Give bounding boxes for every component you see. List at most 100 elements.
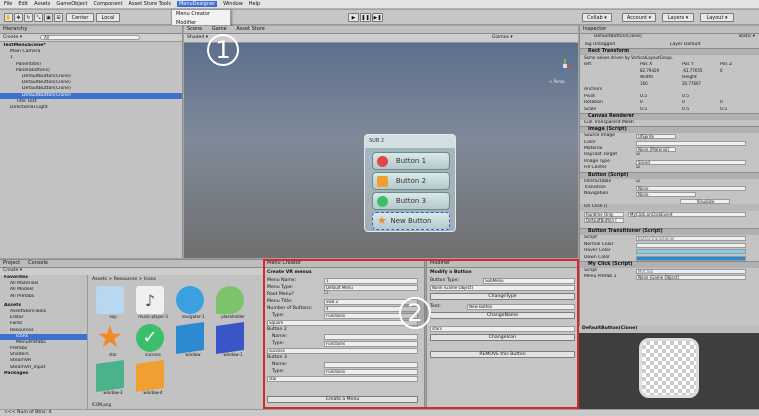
image-type-dropdown[interactable]: Sliced xyxy=(636,159,746,165)
project-panel: Project Console Create ▾ Favorites All Ma… xyxy=(0,259,263,410)
collab-button[interactable]: Collab ▾ xyxy=(582,13,612,22)
star-icon[interactable]: ★ star xyxy=(96,323,130,358)
cull-toggle[interactable]: Cull Transparent Mesh xyxy=(580,120,759,126)
width-field[interactable]: 160 xyxy=(640,81,648,87)
rotate-tool-icon[interactable]: ↻ xyxy=(24,13,33,22)
hierarchy-tab[interactable]: Hierarchy xyxy=(0,26,182,34)
hand-tool-icon[interactable]: ✋ xyxy=(4,13,13,22)
material-field[interactable]: None (Material) xyxy=(636,147,676,153)
play-icon[interactable]: ▶ xyxy=(348,13,359,22)
canvas-renderer-header[interactable]: Canvas Renderer xyxy=(580,112,759,120)
source-image-field[interactable]: UISprite xyxy=(636,134,676,140)
gizmos-dropdown[interactable]: Gizmos ▾ xyxy=(492,35,513,40)
check-icon[interactable]: ✓ success xyxy=(136,324,170,357)
asset-grid: exp ♪ music-player-3 navigator-1 placehol… xyxy=(96,286,261,404)
menu-edit[interactable]: Edit xyxy=(18,1,28,7)
dropdown-menu-creator[interactable]: Menu Creator xyxy=(172,10,230,19)
step-icon[interactable]: ▶❚ xyxy=(372,13,383,22)
move-tool-icon[interactable]: ✥ xyxy=(14,13,23,22)
menu-menudesigner[interactable]: MenuDesigner xyxy=(176,1,218,7)
tab-project[interactable]: Project xyxy=(3,260,20,266)
check-icon xyxy=(377,196,388,207)
rect-transform-header[interactable]: Rect Transform xyxy=(580,48,759,56)
transitioner-header[interactable]: Button Transitioner (Script) xyxy=(580,228,759,236)
asset-exp[interactable]: exp xyxy=(96,286,130,319)
menu-window[interactable]: Window xyxy=(223,1,243,7)
window-icon[interactable]: window xyxy=(176,322,210,357)
layers-dropdown[interactable]: Layers ▾ xyxy=(662,13,694,22)
scale-tool-icon[interactable]: ⤡ xyxy=(34,13,43,22)
normal-color-field[interactable] xyxy=(636,242,746,248)
fill-center-checkbox[interactable]: ☑ xyxy=(636,165,640,171)
pos-z-field[interactable]: 0 xyxy=(720,68,723,74)
raycast-checkbox[interactable]: ☑ xyxy=(636,152,640,158)
tab-scene[interactable]: Scene xyxy=(187,26,202,32)
menu-assets[interactable]: Assets xyxy=(34,1,50,7)
project-create[interactable]: Create ▾ xyxy=(0,268,263,275)
menu-component[interactable]: Component xyxy=(94,1,123,7)
tag-dropdown[interactable]: Untagged xyxy=(593,42,615,47)
button-script-header[interactable]: Button (Script) xyxy=(580,171,759,179)
pause-icon[interactable]: ❚❚ xyxy=(360,13,371,22)
layout-dropdown[interactable]: Layout ▾ xyxy=(700,13,734,22)
inspector-tab[interactable]: Inspector xyxy=(580,26,759,34)
pivot-x[interactable]: 0.5 xyxy=(640,94,647,100)
toolbar: ✋ ✥ ↻ ⤡ ▣ ⊞ Center Local ▶ ❚❚ ▶❚ Collab … xyxy=(0,10,759,25)
layer-dropdown[interactable]: Default xyxy=(684,42,700,47)
anchors-foldout[interactable]: Anchors xyxy=(584,87,602,92)
object-name[interactable]: DefaultButton(Clone) xyxy=(594,34,642,39)
pos-y-field[interactable]: -61.77655 xyxy=(682,68,703,74)
image-script-header[interactable]: Image (Script) xyxy=(580,126,759,134)
myclick-header[interactable]: My Click (Script) xyxy=(580,260,759,268)
vr-button-3[interactable]: Button 3 xyxy=(372,192,450,210)
rect-tool-icon[interactable]: ▣ xyxy=(44,13,53,22)
menu-help[interactable]: Help xyxy=(249,1,260,7)
transform-tool-icon[interactable]: ⊞ xyxy=(54,13,63,22)
asset-navigator[interactable]: navigator-1 xyxy=(176,286,210,319)
tab-game[interactable]: Game xyxy=(212,26,227,32)
hierarchy-search-input[interactable]: All xyxy=(40,35,140,40)
folder-item[interactable]: All Prefabs xyxy=(0,294,87,300)
height-field[interactable]: 30.77667 xyxy=(682,81,701,87)
window-3-icon[interactable]: window-3 xyxy=(96,360,130,395)
status-bar: <<< Num of Btns: 4 xyxy=(0,409,759,416)
window-1-icon[interactable]: window-1 xyxy=(216,322,250,357)
visualize-button[interactable]: Visualize xyxy=(680,198,730,204)
runtime-dropdown[interactable]: Runtime Only xyxy=(584,211,624,217)
menu-asset-store-tools[interactable]: Asset Store Tools xyxy=(129,1,171,7)
packages-folder[interactable]: Packages xyxy=(0,371,87,377)
pos-x-field[interactable]: 82.79429 xyxy=(640,68,659,74)
color-field[interactable] xyxy=(636,140,746,146)
button-preview-image xyxy=(639,338,699,398)
navigation-dropdown[interactable]: None xyxy=(636,192,696,198)
menu-file[interactable]: File xyxy=(4,1,12,7)
hover-color-field[interactable] xyxy=(636,249,746,255)
shaded-dropdown[interactable]: Shaded ▾ xyxy=(187,35,208,40)
asset-music-player[interactable]: ♪ music-player-3 xyxy=(136,286,170,319)
tab-asset-store[interactable]: Asset Store xyxy=(236,26,264,32)
interactable-checkbox[interactable]: ☑ xyxy=(636,179,640,185)
menu-prefab-field[interactable]: None (Game Object) xyxy=(636,275,746,281)
preview-title: DefaultButton(Clone) xyxy=(579,326,759,333)
window-4-icon[interactable]: window-4 xyxy=(136,360,170,395)
pivot-y[interactable]: 0.5 xyxy=(682,94,689,100)
vr-button-new[interactable]: ★ New Button xyxy=(372,212,450,230)
hierarchy-create[interactable]: Create ▾ xyxy=(3,35,22,40)
onclick-object[interactable]: DefaultButton ( xyxy=(584,217,624,223)
hierarchy-row[interactable]: Directional Light xyxy=(0,105,182,111)
vr-button-2[interactable]: Button 2 xyxy=(372,172,450,190)
asset-placeholder[interactable]: placeholder xyxy=(216,286,250,319)
menu-gameobject[interactable]: GameObject xyxy=(56,1,87,7)
persp-label: < Persp xyxy=(549,79,565,84)
menudesigner-dropdown: Menu Creator Modifier xyxy=(171,9,231,26)
scene-gizmo-icon[interactable] xyxy=(557,58,573,74)
static-toggle[interactable]: Static ▾ xyxy=(738,34,755,40)
tab-console[interactable]: Console xyxy=(28,260,48,266)
vr-button-1[interactable]: Button 1 xyxy=(372,152,450,170)
account-button[interactable]: Account ▾ xyxy=(622,13,656,22)
pivot-center-toggle[interactable]: Center xyxy=(66,13,94,22)
down-color-field[interactable] xyxy=(636,255,746,261)
global-local-toggle[interactable]: Local xyxy=(96,13,120,22)
onclick-function[interactable]: MyClick.onClickEvent xyxy=(628,211,746,217)
transition-dropdown[interactable]: None xyxy=(636,186,746,192)
